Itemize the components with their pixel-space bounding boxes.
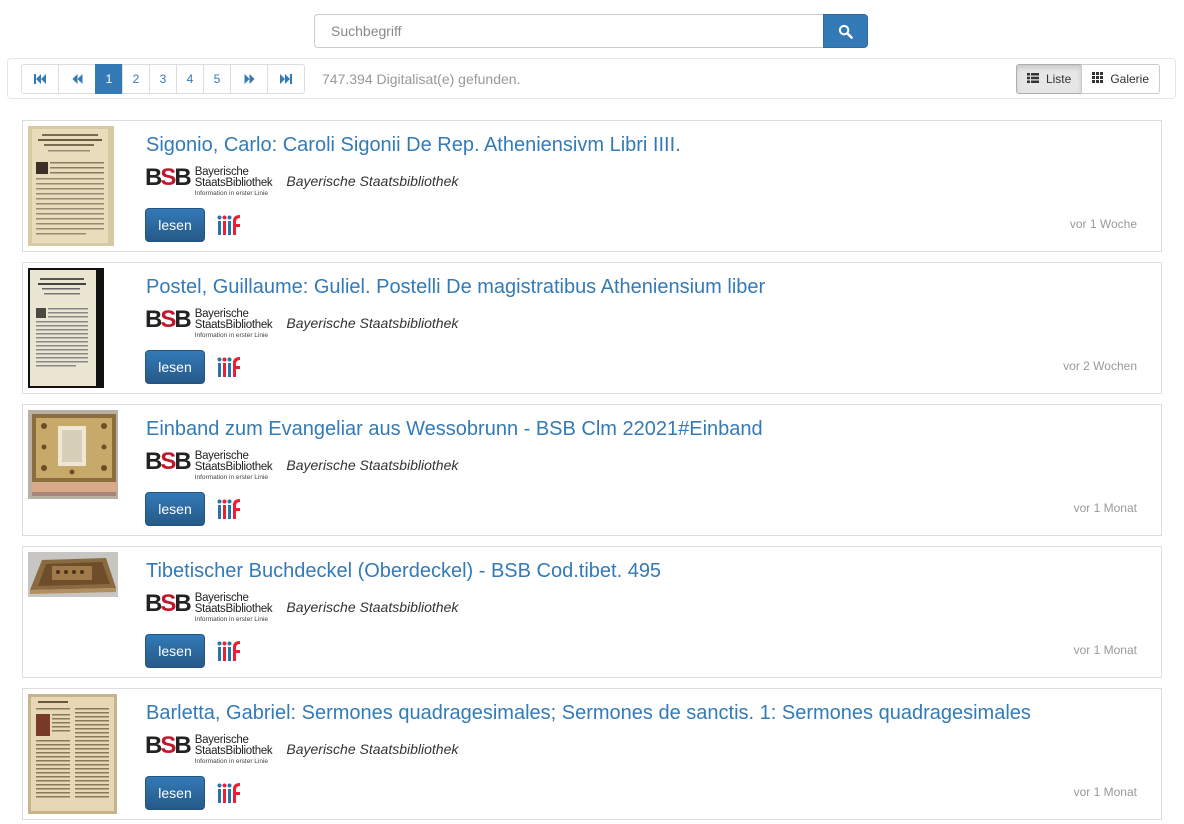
result-age: vor 1 Woche [1069,217,1137,231]
prev-page-icon [72,74,82,84]
result-age: vor 1 Monat [1073,785,1137,799]
library-info: BSB Bayerische StaatsBibliothek Informatio… [145,164,459,199]
read-button[interactable]: lesen [145,492,205,526]
result-age: vor 1 Monat [1073,643,1137,657]
grid-icon [1092,72,1104,86]
iiif-icon[interactable] [217,498,241,520]
page-1-button[interactable]: 1 [95,64,123,94]
iiif-icon[interactable] [217,214,241,236]
result-title-link[interactable]: Barletta, Gabriel: Sermones quadragesima… [146,702,1031,725]
list-icon [1026,72,1039,86]
search-bar [314,14,868,48]
result-age: vor 1 Monat [1073,501,1137,515]
thumbnail-image[interactable] [28,126,114,246]
thumbnail-image[interactable] [28,268,104,388]
library-name: Bayerische Staatsbibliothek [286,741,459,757]
result-title-link[interactable]: Tibetischer Buchdeckel (Oberdeckel) - BS… [146,560,661,583]
first-page-icon [34,74,46,84]
library-info: BSB Bayerische StaatsBibliothek Informatio… [145,590,459,625]
library-info: BSB Bayerische StaatsBibliothek Informatio… [145,306,459,341]
next-page-button[interactable] [230,64,268,94]
page-2-button[interactable]: 2 [122,64,150,94]
gallery-view-button[interactable]: Galerie [1081,64,1160,94]
list-view-label: Liste [1045,72,1072,86]
view-toggle: Liste Galerie [1015,64,1160,94]
search-icon [838,24,853,39]
result-title-link[interactable]: Einband zum Evangeliar aus Wessobrunn - … [146,418,763,441]
iiif-icon[interactable] [217,356,241,378]
library-name: Bayerische Staatsbibliothek [286,315,459,331]
first-page-button[interactable] [21,64,59,94]
library-info: BSB Bayerische StaatsBibliothek Informatio… [145,732,459,767]
last-page-button[interactable] [267,64,305,94]
page-3-button[interactable]: 3 [149,64,177,94]
library-name: Bayerische Staatsbibliothek [286,457,459,473]
result-item: Tibetischer Buchdeckel (Oberdeckel) - BS… [22,546,1162,678]
thumbnail-image[interactable] [28,694,117,814]
thumbnail-image[interactable] [28,410,118,499]
read-button[interactable]: lesen [145,634,205,668]
read-button[interactable]: lesen [145,208,205,242]
result-count: 747.394 Digitalisat(e) gefunden. [322,71,521,87]
iiif-icon[interactable] [217,640,241,662]
result-title-link[interactable]: Sigonio, Carlo: Caroli Sigonii De Rep. A… [146,134,681,157]
read-button[interactable]: lesen [145,350,205,384]
bsb-logo: BSB Bayerische StaatsBibliothek Informatio… [145,590,273,624]
iiif-icon[interactable] [217,782,241,804]
results-toolbar: 1 2 3 4 5 747.394 Digitalisat(e) gefunde… [7,58,1176,99]
next-page-icon [244,74,254,84]
last-page-icon [280,74,292,84]
library-name: Bayerische Staatsbibliothek [286,599,459,615]
list-view-button[interactable]: Liste [1015,64,1083,94]
result-age: vor 2 Wochen [1063,359,1137,373]
bsb-logo: BSB Bayerische StaatsBibliothek Informatio… [145,164,273,198]
library-info: BSB Bayerische StaatsBibliothek Informatio… [145,448,459,483]
page-4-button[interactable]: 4 [176,64,204,94]
read-button[interactable]: lesen [145,776,205,810]
search-input[interactable] [314,14,823,48]
thumbnail-image[interactable] [28,552,118,597]
search-button[interactable] [823,14,868,48]
library-name: Bayerische Staatsbibliothek [286,173,459,189]
page-5-button[interactable]: 5 [203,64,231,94]
gallery-view-label: Galerie [1110,72,1149,86]
bsb-logo: BSB Bayerische StaatsBibliothek Informatio… [145,732,273,766]
result-item: Barletta, Gabriel: Sermones quadragesima… [22,688,1162,820]
result-title-link[interactable]: Postel, Guillaume: Guliel. Postelli De m… [146,276,765,299]
prev-page-button[interactable] [58,64,96,94]
result-item: Einband zum Evangeliar aus Wessobrunn - … [22,404,1162,536]
result-item: Sigonio, Carlo: Caroli Sigonii De Rep. A… [22,120,1162,252]
pagination: 1 2 3 4 5 [21,64,305,94]
bsb-logo: BSB Bayerische StaatsBibliothek Informatio… [145,448,273,482]
result-item: Postel, Guillaume: Guliel. Postelli De m… [22,262,1162,394]
bsb-logo: BSB Bayerische StaatsBibliothek Informatio… [145,306,273,340]
